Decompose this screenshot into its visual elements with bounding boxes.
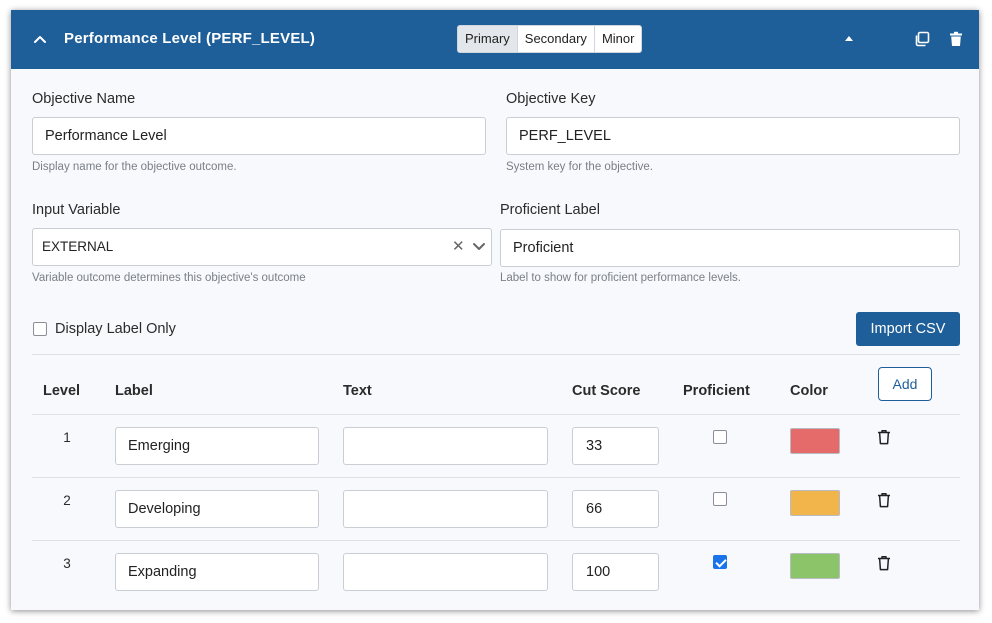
- row-label-input[interactable]: Emerging: [115, 427, 319, 465]
- row-text-input[interactable]: [343, 490, 548, 528]
- row-level: 1: [63, 430, 71, 445]
- objective-name-label: Objective Name: [32, 91, 136, 107]
- chevron-down-icon[interactable]: [472, 240, 486, 254]
- segment-secondary[interactable]: Secondary: [518, 26, 595, 52]
- col-header-proficient: Proficient: [683, 383, 750, 399]
- row-color-swatch[interactable]: [790, 428, 840, 454]
- segment-minor[interactable]: Minor: [595, 26, 642, 52]
- objective-title: Performance Level (PERF_LEVEL): [64, 30, 316, 47]
- col-header-cut-score: Cut Score: [572, 383, 641, 399]
- input-variable-select[interactable]: EXTERNAL: [32, 228, 492, 266]
- row-cut-score-input[interactable]: 100: [572, 553, 659, 591]
- objective-header: Performance Level (PERF_LEVEL) Primary S…: [11, 10, 979, 69]
- col-header-label: Label: [115, 383, 153, 399]
- trash-icon[interactable]: [948, 31, 964, 47]
- trash-icon[interactable]: [877, 429, 891, 445]
- objective-name-help: Display name for the objective outcome.: [32, 161, 237, 173]
- proficient-label-label: Proficient Label: [500, 202, 600, 218]
- row-label-input[interactable]: Developing: [115, 490, 319, 528]
- row-proficient-checkbox[interactable]: [713, 555, 727, 569]
- input-variable-help: Variable outcome determines this objecti…: [32, 272, 306, 284]
- import-csv-button[interactable]: Import CSV: [856, 312, 960, 346]
- objective-name-input[interactable]: Performance Level: [32, 117, 486, 155]
- section-divider: [32, 354, 960, 355]
- row-level: 3: [63, 556, 71, 571]
- row-text-input[interactable]: [343, 553, 548, 591]
- objective-key-help: System key for the objective.: [506, 161, 654, 173]
- row-color-swatch[interactable]: [790, 490, 840, 516]
- priority-segmented-control: Primary Secondary Minor: [457, 25, 643, 53]
- display-label-only-label: Display Label Only: [55, 321, 176, 337]
- row-cut-score-input[interactable]: 33: [572, 427, 659, 465]
- row-divider: [32, 477, 960, 478]
- copy-icon[interactable]: [914, 31, 930, 47]
- table-header-divider: [32, 414, 960, 415]
- trash-icon[interactable]: [877, 555, 891, 571]
- row-text-input[interactable]: [343, 427, 548, 465]
- add-level-button[interactable]: Add: [878, 367, 932, 401]
- row-label-input[interactable]: Expanding: [115, 553, 319, 591]
- display-label-only-checkbox[interactable]: [33, 322, 47, 336]
- row-level: 2: [63, 493, 71, 508]
- trash-icon[interactable]: [877, 492, 891, 508]
- col-header-level: Level: [43, 383, 81, 399]
- input-variable-label: Input Variable: [32, 202, 121, 218]
- row-color-swatch[interactable]: [790, 553, 840, 579]
- objective-card: Performance Level (PERF_LEVEL) Primary S…: [11, 10, 979, 610]
- objective-key-label: Objective Key: [506, 91, 596, 107]
- proficient-label-input[interactable]: Proficient: [500, 229, 960, 267]
- row-cut-score-input[interactable]: 66: [572, 490, 659, 528]
- row-proficient-checkbox[interactable]: [713, 430, 727, 444]
- col-header-text: Text: [343, 383, 372, 399]
- objective-key-input[interactable]: PERF_LEVEL: [506, 117, 960, 155]
- col-header-color: Color: [790, 383, 828, 399]
- caret-up-icon[interactable]: [845, 36, 853, 41]
- proficient-label-help: Label to show for proficient performance…: [500, 272, 741, 284]
- row-divider: [32, 540, 960, 541]
- row-proficient-checkbox[interactable]: [713, 492, 727, 506]
- chevron-up-icon[interactable]: [31, 30, 49, 48]
- segment-primary[interactable]: Primary: [458, 26, 518, 52]
- clear-icon[interactable]: ✕: [452, 237, 465, 255]
